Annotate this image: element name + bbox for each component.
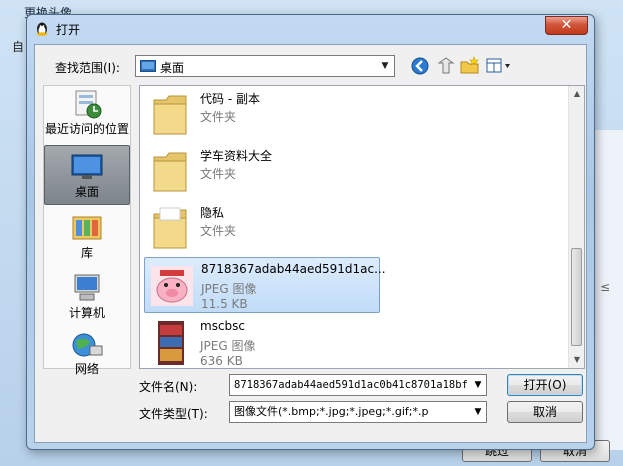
desktop-icon [140,60,156,72]
desktop-icon [71,154,103,179]
filename-label: 文件名(N): [139,380,198,394]
chevron-down-icon[interactable]: ▼ [376,56,394,76]
libraries-icon [72,216,102,240]
filetype-select[interactable]: 图像文件(*.bmp;*.jpg;*.jpeg;*.gif;*.p ▼ [229,401,487,423]
computer-icon [74,274,100,301]
place-label: 计算机 [68,306,105,320]
background-window-label: 自 [12,40,25,54]
chevron-down-icon[interactable]: ▼ [470,375,486,395]
file-type: 文件夹 [200,167,237,181]
lookin-combobox[interactable]: 桌面 ▼ [135,55,395,77]
dialog-title: 打开 [56,23,81,37]
file-name: 学车资料大全 [200,149,273,163]
background-window-edge-mark: ≤ [600,280,611,294]
close-button[interactable]: ✕ [545,16,588,35]
place-label: 库 [80,246,93,260]
cancel-button[interactable]: 取消 [507,401,583,423]
place-computer[interactable]: 计算机 [44,272,130,326]
view-menu-icon[interactable] [485,55,515,77]
scrollbar-thumb[interactable] [571,248,582,346]
file-type: JPEG 图像 [200,339,256,353]
up-folder-icon[interactable] [435,55,457,77]
open-file-dialog: 打开 ✕ 查找范围(I): 桌面 ▼ 最近访问的位置 桌面 库 计算机 网络 代… [26,14,595,450]
open-button[interactable]: 打开(O) [507,374,583,396]
file-name: 代码 - 副本 [200,92,260,106]
recent-places-icon [75,90,102,119]
lookin-label: 查找范围(I): [55,61,120,75]
background-window-panel: ≤ [593,130,623,450]
place-label: 网络 [74,362,99,376]
filetype-value: 图像文件(*.bmp;*.jpg;*.jpeg;*.gif;*.p [234,405,429,418]
lookin-value: 桌面 [160,61,185,75]
filetype-label: 文件类型(T): [139,407,208,421]
dialog-titlebar[interactable]: 打开 ✕ [27,15,594,43]
file-name: 8718367adab44aed591d1ac... [201,262,386,276]
new-folder-icon[interactable] [459,55,481,77]
vertical-scrollbar[interactable]: ▲ ▼ [568,86,584,368]
file-type: JPEG 图像 [201,282,257,296]
back-icon[interactable] [409,55,431,77]
file-item[interactable]: 代码 - 副本 文件夹 [144,86,380,142]
file-name: 隐私 [200,206,225,220]
place-label: 桌面 [74,185,99,199]
network-icon [72,333,103,357]
file-type: 文件夹 [200,224,237,238]
filename-value: 8718367adab44aed591d1ac0b41c8701a18bf [234,379,468,391]
folder-icon [153,207,187,249]
image-thumbnail [158,321,184,365]
file-list: 代码 - 副本 文件夹 学车资料大全 文件夹 隐私 文件夹 8718367ada… [139,85,585,369]
place-libraries[interactable]: 库 [44,212,130,266]
file-size: 11.5 KB [201,297,248,311]
folder-icon [153,95,187,135]
folder-icon [153,152,187,192]
qq-penguin-icon [36,22,48,36]
file-size: 636 KB [200,354,243,368]
file-item-selected[interactable]: 8718367adab44aed591d1ac... JPEG 图像 11.5 … [144,257,386,313]
file-item[interactable]: mscbsc JPEG 图像 636 KB [144,315,380,368]
scroll-up-icon[interactable]: ▲ [569,86,584,102]
place-label: 最近访问的位置 [44,122,129,136]
image-thumbnail [151,266,193,306]
file-item[interactable]: 隐私 文件夹 [144,200,380,256]
place-desktop[interactable]: 桌面 [44,145,130,205]
places-bar: 最近访问的位置 桌面 库 计算机 网络 [43,85,131,376]
place-recent[interactable]: 最近访问的位置 [44,88,130,142]
dialog-client-area: 查找范围(I): 桌面 ▼ 最近访问的位置 桌面 库 计算机 网络 代码 - 副… [34,44,587,443]
chevron-down-icon[interactable]: ▼ [470,402,486,422]
scroll-down-icon[interactable]: ▼ [569,352,584,368]
file-item[interactable]: 学车资料大全 文件夹 [144,143,380,199]
place-network[interactable]: 网络 [44,332,130,376]
file-name: mscbsc [200,319,246,333]
filename-input[interactable]: 8718367adab44aed591d1ac0b41c8701a18bf ▼ [229,374,487,396]
file-type: 文件夹 [200,110,237,124]
